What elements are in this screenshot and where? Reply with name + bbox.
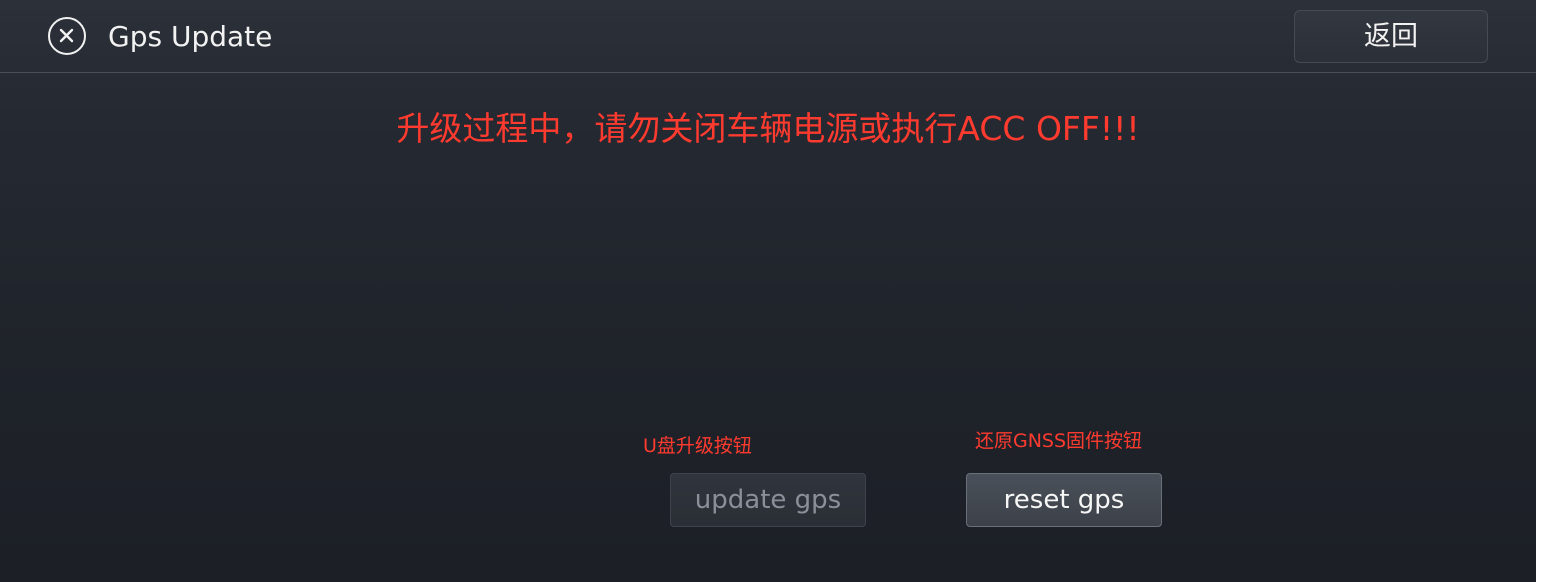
back-button[interactable]: 返回 [1294,10,1488,63]
update-gps-button[interactable]: update gps [670,473,866,527]
close-x-glyph [59,28,74,43]
close-icon[interactable] [48,17,86,55]
page-title: Gps Update [108,20,273,53]
warning-message: 升级过程中，请勿关闭车辆电源或执行ACC OFF!!! [396,109,1140,148]
update-hint-label: U盘升级按钮 [643,435,752,457]
reset-hint-label: 还原GNSS固件按钮 [975,430,1143,452]
gps-update-screen: Gps Update 返回 升级过程中，请勿关闭车辆电源或执行ACC OFF!!… [0,0,1536,582]
reset-gps-button[interactable]: reset gps [966,473,1162,527]
header-bar: Gps Update 返回 [0,0,1536,73]
